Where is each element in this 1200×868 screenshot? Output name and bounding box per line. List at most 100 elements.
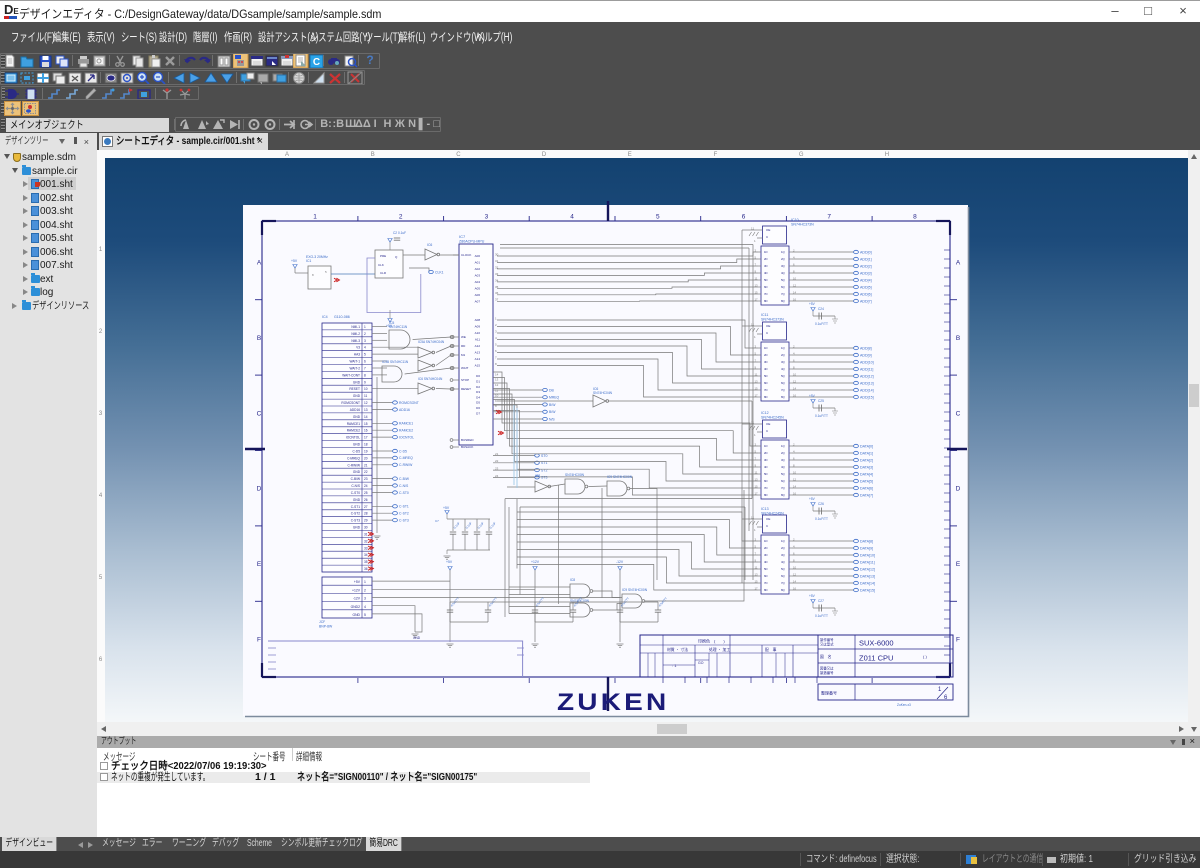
svg-text:IC5B SN74HC11N: IC5B SN74HC11N [382,360,409,364]
svg-text:31: 31 [364,533,368,537]
svg-text:OE: OE [766,324,770,328]
svg-text:DATA[2]: DATA[2] [860,458,873,462]
svg-text:5: 5 [364,613,366,617]
svg-text:GND: GND [353,526,361,530]
svg-text:B/W: B/W [549,403,556,407]
svg-text:M1: M1 [461,353,465,357]
svg-text:22: 22 [364,470,368,474]
svg-text:4: 4 [570,214,574,221]
svg-text:6D: 6D [764,574,768,578]
svg-text:15: 15 [364,422,368,426]
svg-text:26: 26 [364,498,368,502]
svg-text:DATA[3]: DATA[3] [860,465,873,469]
svg-text:4D: 4D [764,560,768,564]
svg-text:8D: 8D [764,493,768,497]
svg-text:5: 5 [656,214,660,221]
svg-text:2D: 2D [764,546,768,550]
svg-text:12: 12 [364,401,368,405]
svg-text:+5V: +5V [386,324,393,328]
svg-text:C24: C24 [818,307,824,311]
svg-text:ZUKEN: ZUKEN [557,688,669,715]
svg-text:RAMCE2: RAMCE2 [399,429,413,433]
svg-text:5D: 5D [764,567,768,571]
svg-text:GND: GND [353,443,361,447]
svg-text:BUSRED: BUSRED [461,438,474,442]
svg-text:5D: 5D [764,374,768,378]
svg-text:A09: A09 [475,325,481,329]
svg-text:Z80ACPU-MPU: Z80ACPU-MPU [459,240,485,244]
svg-text:6D: 6D [764,381,768,385]
svg-text:DB: DB [549,388,554,392]
svg-text:SN74HC373N: SN74HC373N [761,318,784,322]
svg-text:DATA[5]: DATA[5] [860,479,873,483]
svg-text:C7: C7 [435,519,439,523]
svg-text:13: 13 [364,408,368,412]
svg-text:+12V: +12V [352,588,361,592]
svg-text:34: 34 [364,553,368,557]
svg-text:28: 28 [364,512,368,516]
svg-text:C-D5: C-D5 [353,450,361,454]
svg-text:GND2: GND2 [351,605,361,609]
svg-text:A06: A06 [475,293,481,297]
svg-text:1D: 1D [764,539,768,543]
svg-text:D3: D3 [476,390,480,394]
svg-text:C-ST1: C-ST1 [351,505,360,509]
svg-text:Z011 CPU: Z011 CPU [859,654,893,663]
svg-text:19: 19 [364,450,368,454]
svg-text:3D: 3D [764,553,768,557]
svg-text:C-B/W: C-B/W [351,477,360,481]
svg-text:WAIT-2: WAIT-2 [349,367,360,371]
svg-text:A15: A15 [475,364,481,368]
svg-text:30: 30 [364,526,368,530]
svg-text:3D: 3D [764,264,768,268]
svg-text:DATA[12]: DATA[12] [860,567,875,571]
svg-text:A03: A03 [475,274,481,278]
svg-text:WE: WE [461,335,466,339]
svg-text:C-RW/W: C-RW/W [347,463,360,467]
svg-text:ADD[12]: ADD[12] [860,374,874,378]
svg-text:+5V: +5V [809,394,816,398]
svg-text:CLK: CLK [378,263,384,267]
svg-text:D2: D2 [476,385,480,389]
svg-text:18: 18 [364,443,368,447]
svg-text:13: 13 [495,378,499,382]
svg-text:A13: A13 [475,351,481,355]
svg-text:C-MREQ: C-MREQ [347,456,360,460]
svg-text:製造番号: 製造番号 [820,670,834,675]
svg-text:22: 22 [495,459,499,463]
svg-text:C-B/W: C-B/W [399,477,410,481]
svg-text:11: 11 [364,394,368,398]
svg-text:DATA[15]: DATA[15] [860,588,875,592]
svg-text:WAIT-CONT: WAIT-CONT [342,373,360,377]
svg-text:C-MREQ: C-MREQ [399,456,413,460]
svg-text:F: F [257,637,261,644]
svg-text:2D: 2D [764,257,768,261]
svg-text:IOCNTOL: IOCNTOL [399,435,414,439]
svg-text:10: 10 [364,387,368,391]
svg-text:-12V: -12V [616,560,624,564]
svg-text:1D: 1D [764,444,768,448]
svg-text:WAIT: WAIT [461,366,469,370]
svg-text:7: 7 [827,214,831,221]
svg-text:ZuKen-x3: ZuKen-x3 [897,703,911,707]
svg-text:0.1uF/TT: 0.1uF/TT [815,322,828,326]
svg-text:C: C [456,152,461,158]
svg-text:C-ST2: C-ST2 [351,512,360,516]
svg-text:A05: A05 [475,287,481,291]
svg-text:2: 2 [364,588,366,592]
svg-text:DATA[8]: DATA[8] [860,539,873,543]
svg-text:8: 8 [364,373,366,377]
svg-text:6D: 6D [764,479,768,483]
svg-text:A: A [285,152,289,158]
svg-text:OE: OE [766,517,770,521]
svg-text:IC13: IC13 [761,507,769,511]
svg-text:4: 4 [364,346,366,350]
svg-text:DATA[9]: DATA[9] [860,546,873,550]
svg-text:GND: GND [353,415,361,419]
svg-text:ADD[3]: ADD[3] [860,271,872,275]
svg-text:材質 ・ 寸法: 材質 ・ 寸法 [667,647,688,652]
svg-text:23: 23 [495,467,499,471]
svg-text:E: E [257,561,262,568]
svg-text:A11: A11 [475,338,480,342]
svg-text:EXO-3 20MHz: EXO-3 20MHz [306,255,328,259]
